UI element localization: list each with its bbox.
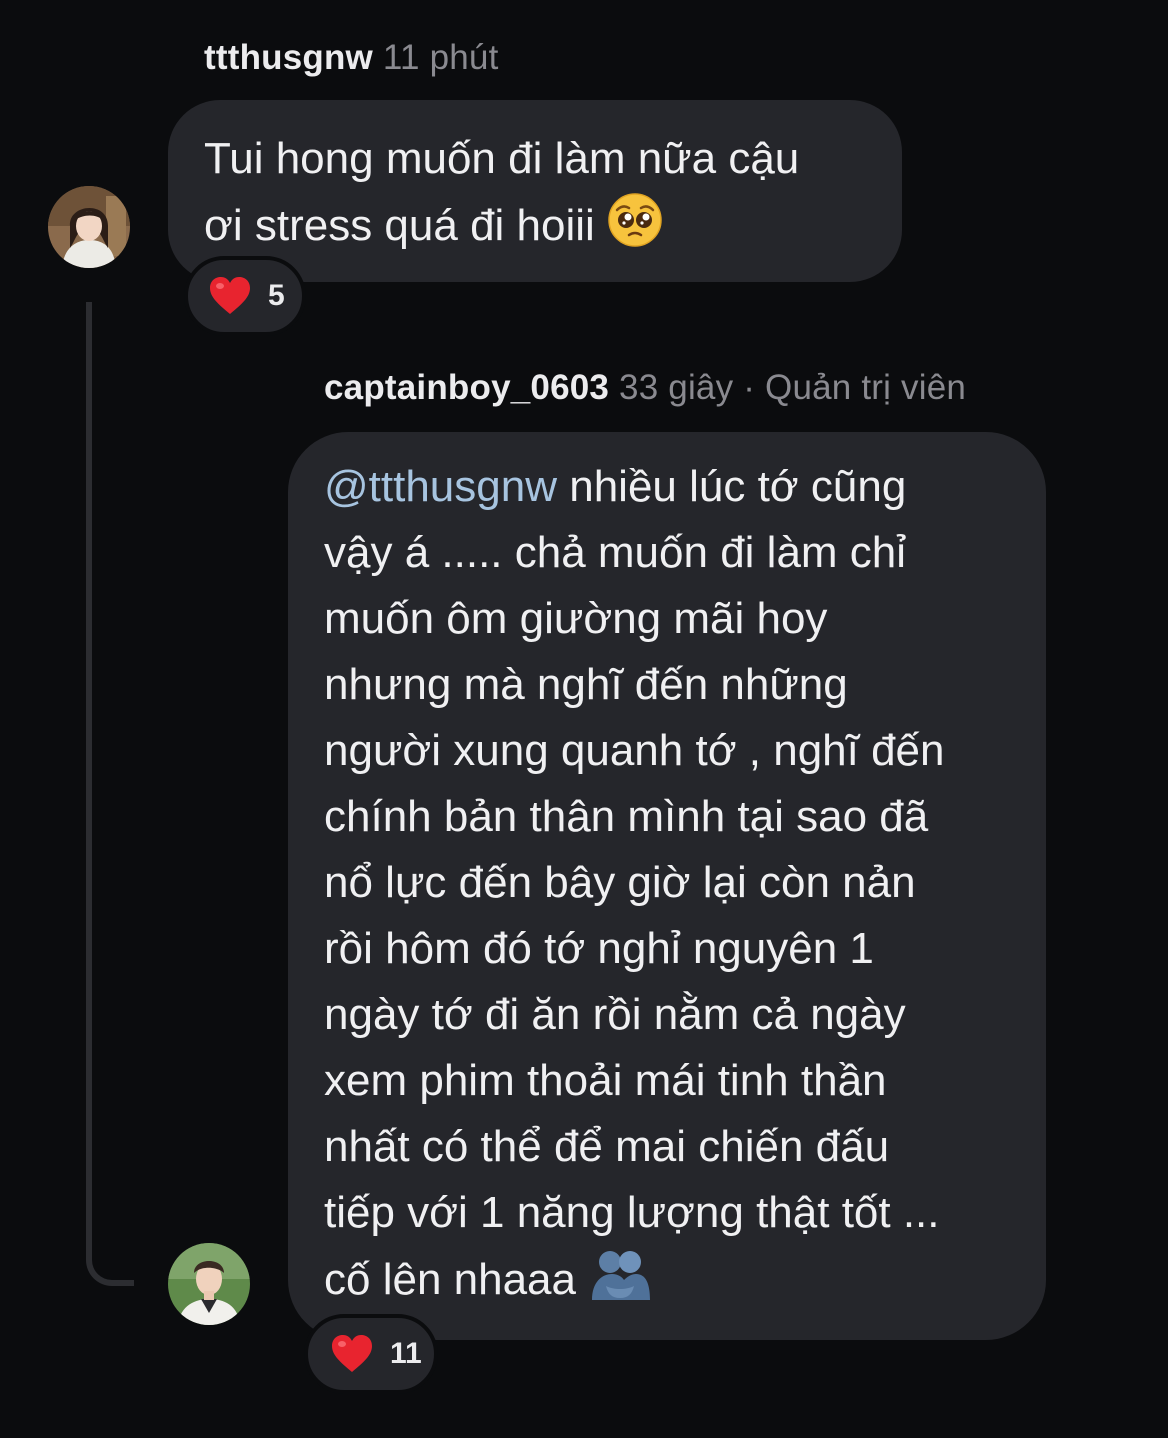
comment-text-line: ơi stress quá đi hoiii: [204, 192, 902, 267]
avatar[interactable]: [168, 1243, 250, 1325]
reaction-badge[interactable]: 11: [304, 1314, 438, 1394]
reply-text-line: cố lên nhaaa: [324, 1246, 1046, 1321]
pleading-face-emoji-icon: [607, 192, 663, 267]
reply-bubble[interactable]: @ttthusgnw nhiều lúc tớ cũng vậy á .....…: [288, 432, 1046, 1340]
reaction-badge[interactable]: 5: [184, 256, 306, 336]
reply-header: captainboy_0603 33 giây · Quản trị viên: [324, 368, 966, 408]
reply-text-line: vậy á ..... chả muốn đi làm chỉ: [324, 528, 907, 577]
reply-text-line: người xung quanh tớ , nghĩ đến: [324, 726, 945, 775]
reply-text-line: ngày tớ đi ăn rồi nằm cả ngày: [324, 990, 906, 1039]
mention-link[interactable]: @ttthusgnw: [324, 462, 557, 511]
reply-text-line: @ttthusgnw nhiều lúc tớ cũng: [324, 462, 907, 511]
reply-timestamp: 33 giây: [619, 368, 734, 407]
heart-icon: [208, 276, 252, 316]
comment-timestamp: 11 phút: [382, 38, 499, 77]
avatar[interactable]: [48, 186, 130, 268]
comment-header: ttthusgnw 11 phút: [204, 38, 499, 78]
heart-icon: [330, 1334, 374, 1374]
reply-username[interactable]: captainboy_0603: [324, 368, 609, 407]
people-hugging-emoji-icon: [588, 1246, 652, 1321]
reply-text-line: nhưng mà nghĩ đến những: [324, 660, 848, 709]
comment-bubble[interactable]: Tui hong muốn đi làm nữa cậu ơi stress q…: [168, 100, 902, 282]
reply-text-line: nổ lực đến bây giờ lại còn nản: [324, 858, 916, 907]
meta-separator: ·: [743, 368, 756, 407]
comment-text-line: Tui hong muốn đi làm nữa cậu: [204, 134, 800, 183]
reply-text-line: muốn ôm giường mãi hoy: [324, 594, 828, 643]
reply-text-line: nhất có thể để mai chiến đấu: [324, 1122, 890, 1171]
admin-role-label: Quản trị viên: [765, 368, 967, 407]
reply-text-line: rồi hôm đó tớ nghỉ nguyên 1: [324, 924, 874, 973]
reply-text-line: chính bản thân mình tại sao đã: [324, 792, 929, 841]
thread-connector-line: [86, 302, 134, 1286]
reply-text-line: xem phim thoải mái tinh thần: [324, 1056, 887, 1105]
comment-username[interactable]: ttthusgnw: [204, 38, 373, 77]
reaction-count: 11: [390, 1337, 422, 1370]
reply-text-line: tiếp với 1 năng lượng thật tốt ...: [324, 1188, 940, 1237]
reaction-count: 5: [268, 279, 285, 312]
